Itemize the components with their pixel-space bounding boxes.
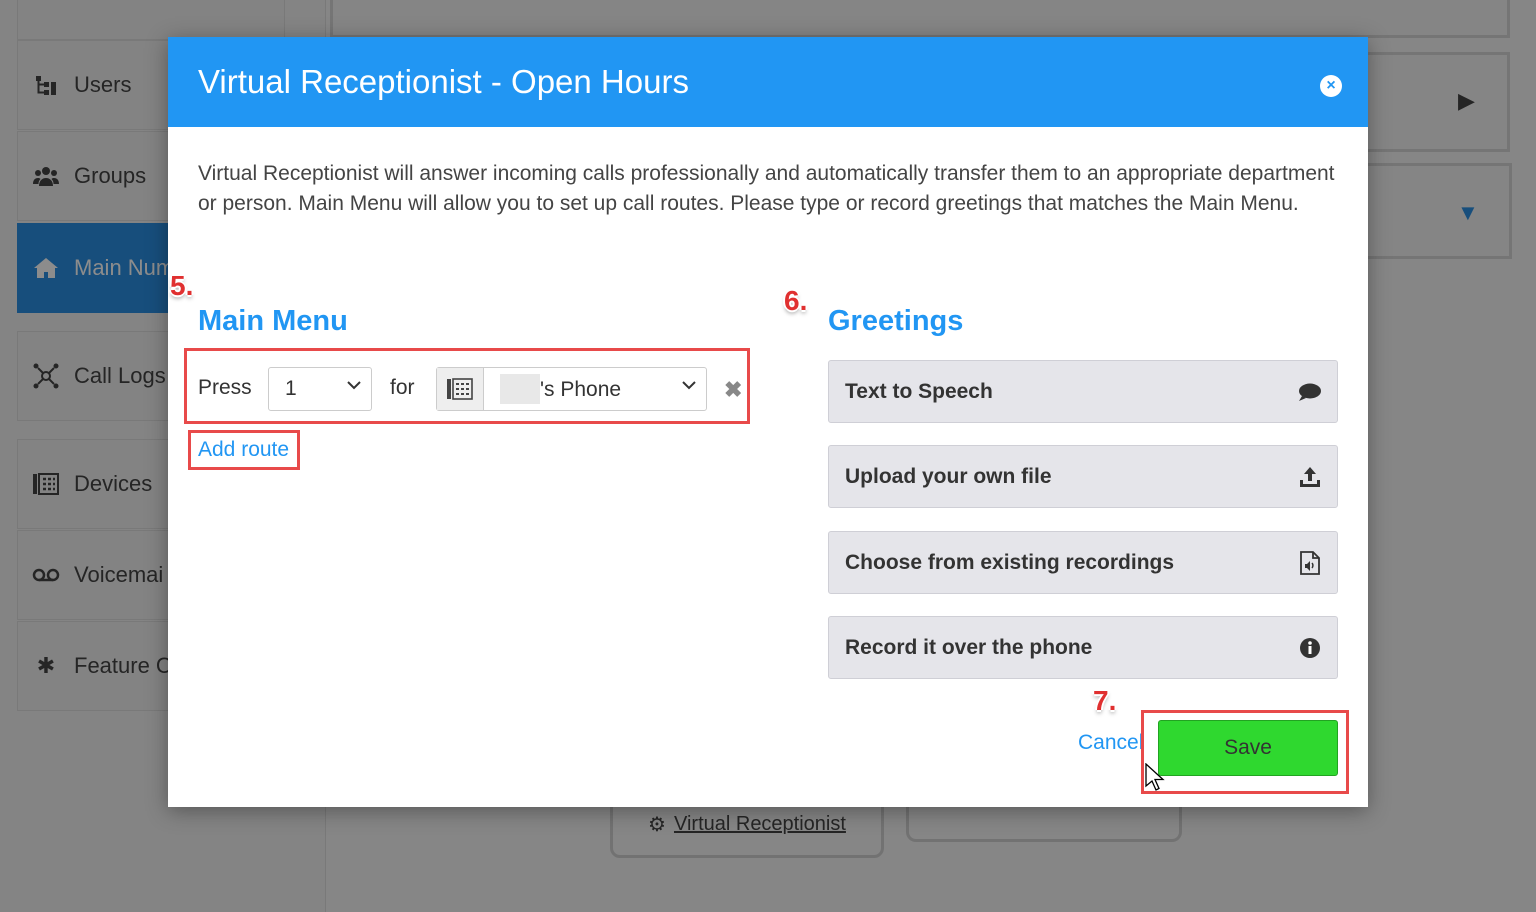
text-to-speech-button[interactable]: Text to Speech	[828, 360, 1338, 423]
speech-bubble-icon	[1297, 379, 1323, 405]
greeting-option-label: Choose from existing recordings	[845, 550, 1175, 574]
close-icon[interactable]: ×	[1320, 75, 1342, 97]
chevron-down-icon	[682, 378, 696, 397]
step-6-annotation: 6.	[784, 285, 808, 316]
greetings-title: Greetings	[828, 305, 964, 337]
device-phone-icon	[437, 368, 484, 410]
modal-title: Virtual Receptionist - Open Hours	[198, 63, 689, 100]
key-select-value: 1	[285, 377, 297, 400]
step-5-annotation: 5.	[170, 270, 194, 301]
upload-file-button[interactable]: Upload your own file	[828, 445, 1338, 508]
greeting-option-label: Text to Speech	[845, 379, 993, 403]
destination-select[interactable]: 's Phone	[436, 367, 707, 411]
redacted-name	[500, 374, 540, 404]
chevron-down-icon	[347, 378, 361, 397]
record-over-phone-button[interactable]: Record it over the phone	[828, 616, 1338, 679]
greeting-option-label: Upload your own file	[845, 464, 1052, 488]
for-label: for	[390, 376, 415, 399]
upload-icon	[1297, 464, 1323, 490]
remove-route-icon[interactable]: ✖	[724, 377, 742, 403]
virtual-receptionist-modal: Virtual Receptionist - Open Hours × Virt…	[168, 37, 1368, 807]
audio-file-icon	[1297, 550, 1323, 576]
info-icon	[1297, 635, 1323, 661]
modal-header: Virtual Receptionist - Open Hours ×	[168, 37, 1368, 127]
cancel-button[interactable]: Cancel	[1078, 731, 1143, 755]
save-button-label: Save	[1224, 736, 1272, 759]
save-button[interactable]: Save	[1158, 720, 1338, 776]
add-route-link[interactable]: Add route	[198, 438, 289, 462]
greeting-option-label: Record it over the phone	[845, 635, 1093, 659]
mouse-cursor-icon	[1145, 763, 1165, 791]
existing-recordings-button[interactable]: Choose from existing recordings	[828, 531, 1338, 594]
key-select[interactable]: 1	[268, 367, 372, 411]
press-label: Press	[198, 376, 252, 399]
intro-text: Virtual Receptionist will answer incomin…	[198, 162, 1335, 215]
destination-value: 's Phone	[540, 378, 622, 401]
step-7-annotation: 7.	[1093, 685, 1117, 716]
main-menu-title: Main Menu	[198, 305, 348, 337]
